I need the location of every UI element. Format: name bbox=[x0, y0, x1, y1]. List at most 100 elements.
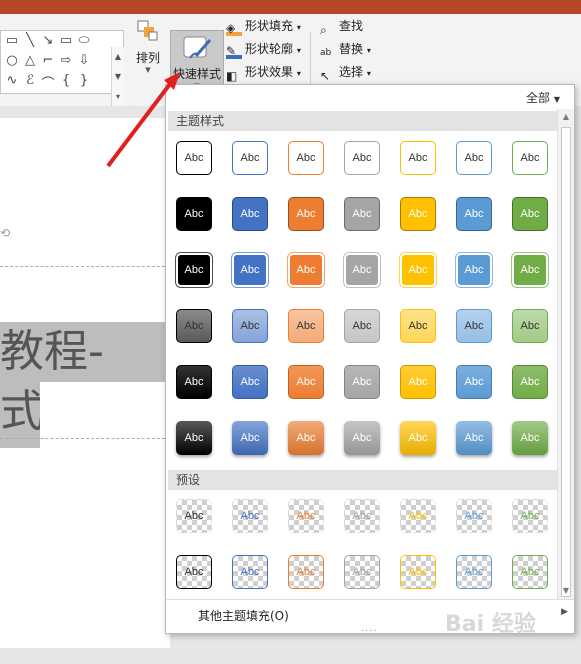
scroll-down-icon[interactable]: ▼ bbox=[112, 67, 124, 87]
style-tile[interactable]: Abc bbox=[288, 141, 324, 175]
chevron-down-icon: ▾ bbox=[296, 46, 301, 55]
style-tile[interactable]: Abc bbox=[176, 141, 212, 175]
style-tile[interactable]: Abc bbox=[232, 141, 268, 175]
preset-tile[interactable]: Abc bbox=[232, 499, 268, 533]
triangle-shape-icon[interactable]: △ bbox=[21, 53, 39, 68]
style-tile[interactable]: Abc bbox=[344, 197, 380, 231]
style-tile[interactable]: Abc bbox=[232, 253, 268, 287]
replace-icon: ab bbox=[320, 47, 332, 58]
gallery-scrollbar[interactable]: ▲ ▼ bbox=[557, 109, 574, 599]
arrange-button[interactable]: 排列 ▼ bbox=[130, 18, 166, 74]
shapes-gallery[interactable]: ▭ ╲ ↘ ▭ ⬭ ○ △ ⌐ ⇨ ⇩ ∿ ℰ ⌒ { } ▲ ▼ ▾ bbox=[0, 30, 124, 109]
shape-fill-button[interactable]: ◈ 形状填充 ▾ bbox=[226, 16, 301, 36]
style-tile[interactable]: Abc bbox=[512, 253, 548, 287]
resize-handle-icon[interactable]: ⟲ bbox=[0, 226, 10, 240]
line-shape-icon[interactable]: ╲ bbox=[21, 33, 39, 48]
scroll-up-icon[interactable]: ▲ bbox=[112, 47, 124, 67]
style-tile[interactable]: Abc bbox=[344, 421, 380, 455]
watermark: Bai 经验 bbox=[445, 612, 536, 637]
s-curve-shape-icon[interactable]: ∿ bbox=[3, 73, 21, 88]
rectangle-shape-icon[interactable]: ▭ bbox=[3, 33, 21, 48]
style-tile[interactable]: Abc bbox=[176, 197, 212, 231]
replace-button[interactable]: ab 替换 ▾ bbox=[320, 39, 371, 59]
style-tile[interactable]: Abc bbox=[400, 365, 436, 399]
shapes-scroll[interactable]: ▲ ▼ ▾ bbox=[111, 47, 124, 109]
scroll-up-icon[interactable]: ▲ bbox=[558, 109, 574, 125]
preset-tile[interactable]: Abc bbox=[512, 499, 548, 533]
style-tile[interactable]: Abc bbox=[456, 141, 492, 175]
style-tile[interactable]: Abc bbox=[288, 309, 324, 343]
preset-tile[interactable]: Abc bbox=[512, 555, 548, 589]
shape-effects-button[interactable]: ◧ 形状效果 ▾ bbox=[226, 62, 301, 83]
preset-tile[interactable]: Abc bbox=[288, 555, 324, 589]
style-tile[interactable]: Abc bbox=[400, 309, 436, 343]
chevron-down-icon: ▼ bbox=[145, 66, 151, 74]
style-tile[interactable]: Abc bbox=[176, 421, 212, 455]
style-tile[interactable]: Abc bbox=[512, 365, 548, 399]
preset-tile[interactable]: Abc bbox=[288, 499, 324, 533]
style-tile[interactable]: Abc bbox=[400, 253, 436, 287]
oval-shape-icon[interactable]: ⬭ bbox=[75, 33, 93, 48]
style-tile[interactable]: Abc bbox=[344, 309, 380, 343]
filter-dropdown[interactable]: 全部 ▼ bbox=[526, 89, 560, 106]
style-tile[interactable]: Abc bbox=[456, 309, 492, 343]
style-tile[interactable]: Abc bbox=[176, 365, 212, 399]
expand-gallery-icon[interactable]: ▾ bbox=[112, 87, 124, 107]
down-arrow-shape-icon[interactable]: ⇩ bbox=[75, 53, 93, 68]
arrow-line-shape-icon[interactable]: ↘ bbox=[39, 33, 57, 48]
style-tile[interactable]: Abc bbox=[512, 421, 548, 455]
style-tile[interactable]: Abc bbox=[400, 141, 436, 175]
preset-tile[interactable]: Abc bbox=[400, 555, 436, 589]
brace-left-shape-icon[interactable]: { bbox=[57, 73, 75, 88]
more-theme-fills-item[interactable]: 其他主题填充(O) bbox=[198, 607, 289, 624]
style-tile[interactable]: Abc bbox=[232, 421, 268, 455]
scroll-down-icon[interactable]: ▼ bbox=[558, 583, 574, 599]
slide-title-line1[interactable]: 教程- bbox=[0, 322, 170, 382]
brace-right-shape-icon[interactable]: } bbox=[75, 73, 93, 88]
slide-canvas[interactable]: ⟲ 教程- 式 bbox=[0, 118, 170, 648]
rectangle2-shape-icon[interactable]: ▭ bbox=[57, 33, 75, 48]
presets-heading: 预设 bbox=[168, 470, 558, 490]
right-arrow-shape-icon[interactable]: ⇨ bbox=[57, 53, 75, 68]
circle-shape-icon[interactable]: ○ bbox=[3, 53, 21, 68]
style-tile[interactable]: Abc bbox=[344, 365, 380, 399]
style-tile[interactable]: Abc bbox=[456, 197, 492, 231]
resize-grip-icon[interactable]: .... bbox=[361, 623, 378, 634]
style-tile[interactable]: Abc bbox=[512, 309, 548, 343]
preset-tile[interactable]: Abc bbox=[176, 499, 212, 533]
style-tile[interactable]: Abc bbox=[456, 253, 492, 287]
style-tile[interactable]: Abc bbox=[344, 253, 380, 287]
scribble-shape-icon[interactable]: ℰ bbox=[21, 73, 39, 88]
style-tile[interactable]: Abc bbox=[288, 253, 324, 287]
style-tile[interactable]: Abc bbox=[344, 141, 380, 175]
style-tile[interactable]: Abc bbox=[456, 365, 492, 399]
elbow-connector-icon[interactable]: ⌐ bbox=[39, 53, 57, 68]
style-tile[interactable]: Abc bbox=[288, 365, 324, 399]
style-tile[interactable]: Abc bbox=[456, 421, 492, 455]
preset-tile[interactable]: Abc bbox=[456, 555, 492, 589]
scroll-thumb[interactable] bbox=[561, 127, 571, 597]
style-tile[interactable]: Abc bbox=[232, 197, 268, 231]
select-button[interactable]: ↖ 选择 ▾ bbox=[320, 62, 371, 83]
find-label: 查找 bbox=[339, 19, 364, 33]
preset-tile[interactable]: Abc bbox=[344, 555, 380, 589]
style-tile[interactable]: Abc bbox=[512, 141, 548, 175]
style-tile[interactable]: Abc bbox=[176, 309, 212, 343]
arc-shape-icon[interactable]: ⌒ bbox=[39, 73, 57, 92]
preset-tile[interactable]: Abc bbox=[232, 555, 268, 589]
find-button[interactable]: ⌕ 查找 bbox=[320, 16, 364, 37]
preset-tile[interactable]: Abc bbox=[176, 555, 212, 589]
style-tile[interactable]: Abc bbox=[232, 365, 268, 399]
style-tile[interactable]: Abc bbox=[232, 309, 268, 343]
style-tile[interactable]: Abc bbox=[400, 421, 436, 455]
shape-outline-button[interactable]: ✎ 形状轮廓 ▾ bbox=[226, 39, 301, 59]
style-tile[interactable]: Abc bbox=[288, 421, 324, 455]
style-tile[interactable]: Abc bbox=[400, 197, 436, 231]
preset-tile[interactable]: Abc bbox=[344, 499, 380, 533]
style-tile[interactable]: Abc bbox=[176, 253, 212, 287]
quick-styles-gallery: 全部 ▼ 主题样式 预设 ▲ ▼ 其他主题填充(O) ▶ .... Abc Abc… bbox=[165, 84, 575, 634]
preset-tile[interactable]: Abc bbox=[400, 499, 436, 533]
preset-tile[interactable]: Abc bbox=[456, 499, 492, 533]
style-tile[interactable]: Abc bbox=[512, 197, 548, 231]
style-tile[interactable]: Abc bbox=[288, 197, 324, 231]
